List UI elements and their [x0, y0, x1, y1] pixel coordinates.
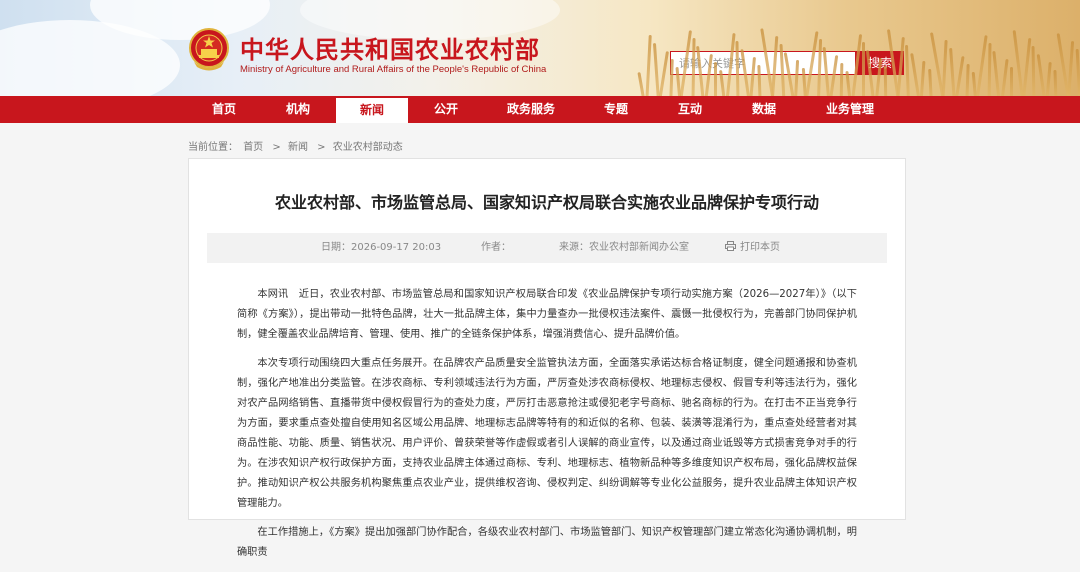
wheat-stalk	[862, 42, 865, 96]
breadcrumb-separator: >	[317, 142, 326, 153]
nav-item-interaction[interactable]: 互动	[664, 96, 716, 123]
nav-item-news[interactable]: 新闻	[336, 96, 408, 123]
wheat-stalk	[1021, 38, 1032, 96]
breadcrumb-link-home[interactable]: 首页	[243, 142, 263, 153]
nav-item-topics[interactable]: 专题	[590, 96, 642, 123]
national-emblem-icon	[189, 28, 229, 71]
wheat-stalk	[1036, 54, 1046, 96]
wheat-stalk	[909, 53, 921, 96]
article-body: 本网讯 近日，农业农村部、市场监管总局和国家知识产权局联合印发《农业品牌保护专项…	[237, 285, 857, 572]
wheat-stalk	[999, 58, 1009, 96]
wheat-stalk	[948, 47, 956, 96]
wheat-stalk	[1067, 40, 1075, 96]
header-banner: 中华人民共和国农业农村部 Ministry of Agriculture and…	[0, 0, 1080, 96]
print-label: 打印本页	[740, 242, 780, 253]
breadcrumb-link-ministry-news[interactable]: 农业农村部动态	[333, 142, 403, 153]
wheat-stalk	[645, 34, 653, 96]
wheat-stalk	[714, 62, 717, 96]
wheat-stalk	[1045, 61, 1052, 96]
print-link[interactable]: 打印本页	[725, 233, 780, 263]
wheat-stalk	[941, 39, 949, 96]
wheat-stalk	[1075, 48, 1080, 96]
nav-item-home[interactable]: 首页	[198, 96, 250, 123]
wheat-stalk	[691, 37, 696, 96]
wheat-stalk	[839, 62, 844, 96]
wheat-stalk	[964, 63, 970, 96]
breadcrumb-prefix: 当前位置：	[188, 142, 238, 153]
nav-item-public[interactable]: 公开	[420, 96, 472, 123]
article-meta-bar: 日期：2026-09-17 20:03 作者： 来源：农业农村部新闻办公室 打印…	[207, 233, 887, 263]
wheat-stalk	[794, 59, 800, 96]
article-author: 作者：	[481, 242, 511, 253]
wheat-stalk	[658, 51, 670, 96]
main-nav: 首页 机构 新闻 公开 政务服务 专题 互动 数据 业务管理	[0, 96, 1080, 123]
breadcrumb: 当前位置： 首页 > 新闻 > 农业农村部动态	[188, 138, 405, 153]
article-paragraph: 在工作措施上，《方案》提出加强部门协作配合，各级农业农村部门、市场监管部门、知识…	[237, 527, 857, 558]
wheat-stalk	[927, 68, 933, 96]
wheat-stalk	[905, 44, 911, 96]
site-subtitle: Ministry of Agriculture and Rural Affair…	[240, 64, 547, 75]
nav-item-data[interactable]: 数据	[738, 96, 790, 123]
wheat-stalk	[987, 42, 992, 96]
article-title: 农业农村部、市场监管总局、国家知识产权局联合实施农业品牌保护专项行动	[274, 193, 819, 212]
nav-item-agencies[interactable]: 机构	[272, 96, 324, 123]
wheat-stalk	[1031, 45, 1036, 96]
article-paragraph: 本网讯 近日，农业农村部、市场监管总局和国家知识产权局联合印发《农业品牌保护专项…	[237, 289, 857, 340]
breadcrumb-separator: >	[272, 142, 281, 153]
wheat-stalk	[816, 38, 822, 96]
wheat-stalk	[919, 60, 926, 96]
wheat-stalk	[975, 35, 989, 96]
wheat-stalk	[652, 42, 660, 96]
article-paragraph: 本次专项行动围绕四大重点任务展开。在品牌农产品质量安全监管执法方面，全面落实承诺…	[237, 358, 857, 509]
wheat-stalk	[1010, 67, 1013, 96]
wheat-stalk	[954, 56, 965, 96]
article-source: 来源：农业农村部新闻办公室	[559, 242, 689, 253]
article-date: 日期：2026-09-17 20:03	[321, 242, 442, 253]
nav-item-government-services[interactable]: 政务服务	[492, 96, 570, 123]
article-container: 农业农村部、市场监管总局、国家知识产权局联合实施农业品牌保护专项行动 日期：20…	[188, 158, 906, 558]
wheat-stalk	[637, 71, 646, 96]
breadcrumb-link-news[interactable]: 新闻	[288, 142, 308, 153]
nav-item-business-management[interactable]: 业务管理	[812, 96, 888, 123]
wheat-stalk	[1053, 69, 1058, 96]
wheat-stalk	[992, 50, 1001, 96]
printer-icon	[725, 241, 736, 251]
site-title: 中华人民共和国农业农村部	[240, 35, 540, 64]
